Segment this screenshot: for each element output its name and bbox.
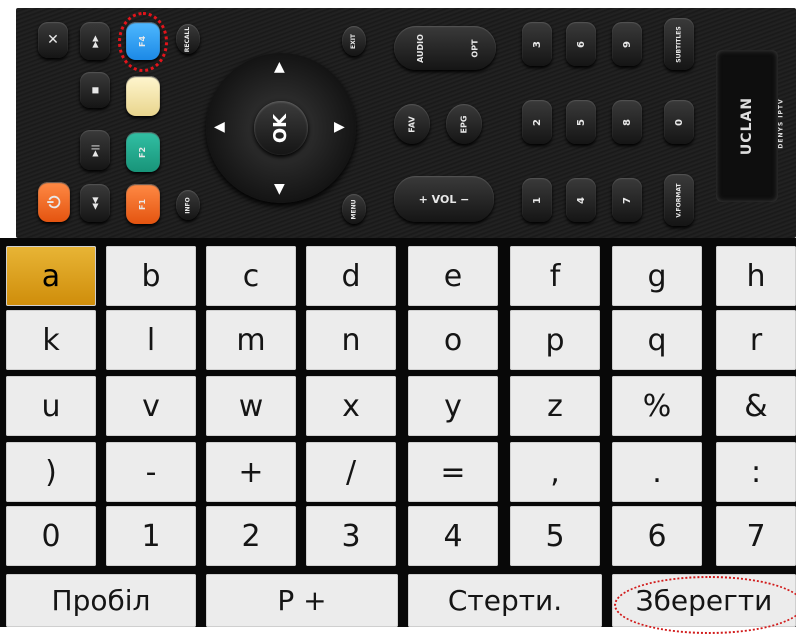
digit-0-button[interactable]: 0: [664, 100, 694, 144]
menu-button[interactable]: MENU: [342, 194, 366, 224]
digit-8-button[interactable]: 8: [612, 100, 642, 144]
down-arrow-icon[interactable]: ▼: [274, 181, 285, 197]
digit-6-button[interactable]: 6: [566, 22, 596, 66]
key-2-1[interactable]: v: [106, 376, 196, 436]
digit-9-button[interactable]: 9: [612, 22, 642, 66]
key-1-5[interactable]: p: [510, 310, 600, 370]
exit-button[interactable]: EXIT: [342, 26, 366, 56]
fast-forward-button[interactable]: ▶▶: [80, 22, 110, 60]
yellow-button[interactable]: [126, 76, 160, 116]
key-4-1[interactable]: 1: [106, 506, 196, 566]
channel-plus-key[interactable]: P +: [206, 574, 398, 627]
key-1-1[interactable]: l: [106, 310, 196, 370]
f2-button[interactable]: F2: [126, 132, 160, 172]
key-1-7[interactable]: r: [716, 310, 796, 370]
key-4-2[interactable]: 2: [206, 506, 296, 566]
audio-opt-rocker: AUDIO OPT: [394, 26, 496, 70]
key-0-6[interactable]: g: [612, 246, 702, 306]
brand-logo: UCLAN: [739, 96, 755, 156]
digit-2-button[interactable]: 2: [522, 100, 552, 144]
power-button[interactable]: ⏻: [38, 182, 70, 222]
f4-highlight-ring: [118, 12, 168, 72]
key-4-5[interactable]: 5: [510, 506, 600, 566]
key-0-3[interactable]: d: [306, 246, 396, 306]
key-2-2[interactable]: w: [206, 376, 296, 436]
digit-1-button[interactable]: 1: [522, 178, 552, 222]
key-0-0[interactable]: a: [6, 246, 96, 306]
key-4-7[interactable]: 7: [716, 506, 796, 566]
key-0-2[interactable]: c: [206, 246, 296, 306]
key-3-5[interactable]: ,: [510, 442, 600, 502]
ok-button[interactable]: OK: [254, 101, 308, 155]
digit-7-button[interactable]: 7: [612, 178, 642, 222]
up-arrow-icon[interactable]: ▲: [274, 59, 285, 75]
key-3-2[interactable]: +: [206, 442, 296, 502]
key-0-1[interactable]: b: [106, 246, 196, 306]
vformat-button[interactable]: V.FORMAT: [664, 174, 694, 226]
audio-button[interactable]: AUDIO: [416, 34, 425, 63]
stop-button[interactable]: ■: [80, 72, 110, 108]
key-2-3[interactable]: x: [306, 376, 396, 436]
key-0-7[interactable]: h: [716, 246, 796, 306]
key-3-4[interactable]: =: [408, 442, 498, 502]
brand-subtext: DENYS IPTV: [777, 98, 785, 149]
fav-button[interactable]: FAV: [394, 104, 430, 144]
key-1-6[interactable]: q: [612, 310, 702, 370]
key-4-0[interactable]: 0: [6, 506, 96, 566]
key-3-3[interactable]: /: [306, 442, 396, 502]
rewind-button[interactable]: ◀◀: [80, 184, 110, 222]
on-screen-keyboard: a b c d e f g h k l m n o p q r u v w x y z% &) - + / =,.: 0 1 2 3 4 5 6 7…: [0, 238, 796, 627]
key-3-1[interactable]: -: [106, 442, 196, 502]
key-4-6[interactable]: 6: [612, 506, 702, 566]
delete-key[interactable]: Стерти.: [408, 574, 602, 627]
digit-4-button[interactable]: 4: [566, 178, 596, 222]
key-0-5[interactable]: f: [510, 246, 600, 306]
key-3-6[interactable]: .: [612, 442, 702, 502]
subtitles-button[interactable]: SUBTITLES: [664, 18, 694, 70]
key-1-4[interactable]: o: [408, 310, 498, 370]
digit-3-button[interactable]: 3: [522, 22, 552, 66]
digit-5-button[interactable]: 5: [566, 100, 596, 144]
key-2-0[interactable]: u: [6, 376, 96, 436]
play-pause-button[interactable]: ▶||: [80, 130, 110, 170]
f1-button[interactable]: F1: [126, 184, 160, 224]
key-0-4[interactable]: e: [408, 246, 498, 306]
key-3-7[interactable]: :: [716, 442, 796, 502]
key-1-0[interactable]: k: [6, 310, 96, 370]
vol-rocker[interactable]: + VOL −: [394, 176, 494, 222]
recall-button[interactable]: RECALL: [176, 24, 200, 54]
right-arrow-icon[interactable]: ▶: [334, 119, 345, 135]
key-4-4[interactable]: 4: [408, 506, 498, 566]
key-3-0[interactable]: ): [6, 442, 96, 502]
key-2-4[interactable]: y: [408, 376, 498, 436]
key-2-7[interactable]: &: [716, 376, 796, 436]
mute-icon[interactable]: ✕: [38, 22, 68, 58]
left-arrow-icon[interactable]: ◀: [214, 119, 225, 135]
save-highlight-ring: [614, 576, 796, 634]
remote-control-photo: ✕ ■ ▶|| ▶▶ ⏻ ◀◀ F4 F2 F1 RECALL INFO ▲ ▼…: [16, 8, 796, 238]
directional-pad: ▲ ▼ ◀ ▶ OK: [206, 53, 356, 203]
key-4-3[interactable]: 3: [306, 506, 396, 566]
key-2-5[interactable]: z: [510, 376, 600, 436]
key-2-6[interactable]: %: [612, 376, 702, 436]
opt-button[interactable]: OPT: [470, 39, 479, 57]
space-key[interactable]: Пробіл: [6, 574, 196, 627]
key-1-3[interactable]: n: [306, 310, 396, 370]
info-button[interactable]: INFO: [176, 190, 200, 220]
brand-logo-panel: UCLAN DENYS IPTV: [716, 50, 785, 202]
epg-button[interactable]: EPG: [446, 104, 482, 144]
key-1-2[interactable]: m: [206, 310, 296, 370]
